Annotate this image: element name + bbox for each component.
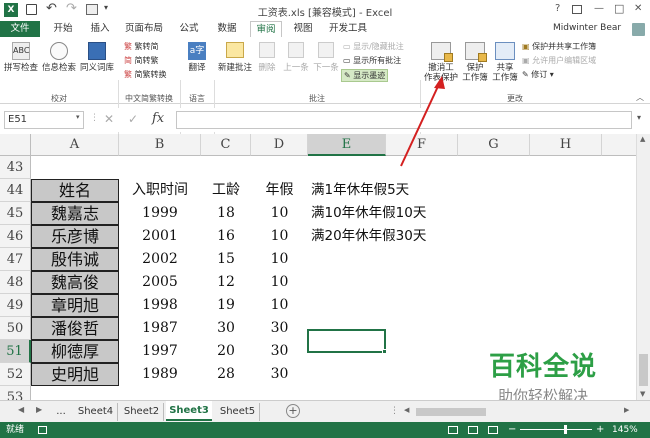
zoom-slider[interactable] <box>520 425 592 434</box>
zoom-level[interactable]: 145% <box>612 422 638 438</box>
horizontal-scroll-thumb[interactable] <box>416 408 486 416</box>
tab-split-grip-icon[interactable]: ⋮ <box>390 406 399 416</box>
scroll-down-icon[interactable]: ▼ <box>640 390 645 398</box>
arrow-head-icon <box>434 76 445 89</box>
zoom-slider-thumb[interactable] <box>564 425 567 434</box>
vertical-scrollbar[interactable]: ▲ ▼ <box>636 134 650 400</box>
sheet-more-button[interactable]: ... <box>52 403 70 421</box>
normal-view-icon[interactable] <box>448 426 458 434</box>
arrow-shaft <box>400 81 441 167</box>
page-layout-view-icon[interactable] <box>468 426 478 434</box>
sheet-tab-sheet3[interactable]: Sheet3 <box>166 401 212 421</box>
status-ready: 就绪 <box>6 425 25 435</box>
add-sheet-button[interactable]: + <box>286 404 300 418</box>
scroll-left-icon[interactable]: ◀ <box>404 406 409 414</box>
sheet-prev-icon[interactable]: ◀ <box>18 405 24 414</box>
scroll-right-icon[interactable]: ▶ <box>624 406 629 414</box>
horizontal-scrollbar[interactable]: ◀ ▶ <box>402 406 634 418</box>
macro-record-icon[interactable] <box>38 426 47 434</box>
sheet-tab-sheet5[interactable]: Sheet5 <box>216 403 260 421</box>
scroll-up-icon[interactable]: ▲ <box>640 135 645 143</box>
zoom-out-icon[interactable]: − <box>508 422 516 438</box>
sheet-tab-sheet2[interactable]: Sheet2 <box>120 403 164 421</box>
status-bar: 就绪 − + 145% <box>0 422 650 438</box>
vertical-scroll-thumb[interactable] <box>639 354 648 386</box>
sheet-tab-bar: ◀ ▶ ... Sheet4 Sheet2 Sheet3 Sheet5 + ⋮ … <box>0 400 650 422</box>
red-arrow-annotation <box>400 76 445 167</box>
sheet-tab-sheet4[interactable]: Sheet4 <box>74 403 118 421</box>
sheet-next-icon[interactable]: ▶ <box>36 405 42 414</box>
page-break-view-icon[interactable] <box>488 426 498 434</box>
zoom-in-icon[interactable]: + <box>596 422 604 438</box>
